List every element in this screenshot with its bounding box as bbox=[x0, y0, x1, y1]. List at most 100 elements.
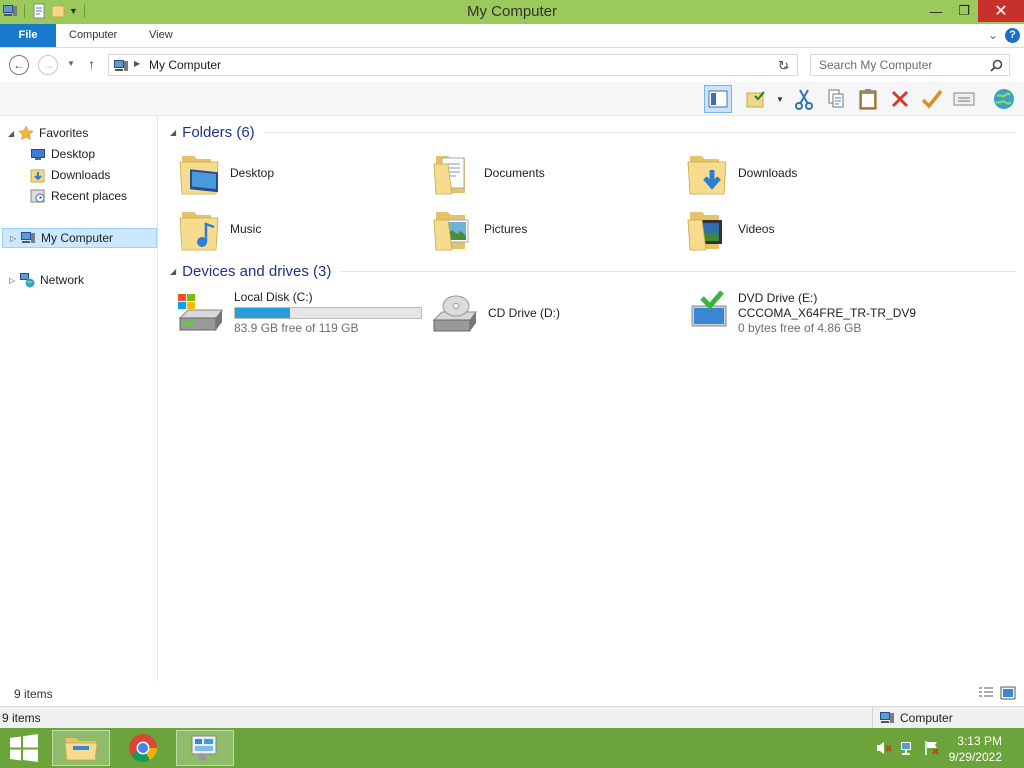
computer-icon bbox=[880, 711, 894, 723]
folder-label: Videos bbox=[738, 222, 775, 236]
system-tray bbox=[876, 740, 940, 756]
taskbar-clock[interactable]: 3:13 PM 9/29/2022 bbox=[949, 733, 1002, 765]
divider bbox=[341, 271, 1016, 272]
collapsed-arrow-icon[interactable]: ▷ bbox=[10, 234, 20, 243]
help-button[interactable]: ? bbox=[1005, 28, 1020, 43]
clipboard-icon bbox=[859, 89, 877, 110]
folder-desktop[interactable]: Desktop bbox=[178, 148, 274, 198]
nav-favorites[interactable]: ◢ Favorites bbox=[8, 123, 88, 143]
nav-my-computer[interactable]: ▷ My Computer bbox=[2, 228, 157, 248]
desktop-folder-icon bbox=[179, 156, 219, 195]
nav-favorites-label: Favorites bbox=[39, 126, 89, 140]
folder-label: Desktop bbox=[230, 166, 275, 180]
nav-item-downloads[interactable]: Downloads bbox=[30, 165, 110, 185]
videos-folder-icon bbox=[687, 212, 722, 251]
back-button[interactable]: ← bbox=[9, 55, 29, 75]
rename-button[interactable] bbox=[918, 85, 946, 113]
expand-arrow-icon[interactable]: ◢ bbox=[8, 129, 18, 138]
nav-item-recent-places[interactable]: Recent places bbox=[30, 186, 127, 206]
downloads-icon bbox=[30, 169, 45, 183]
chevron-down-icon[interactable]: ▼ bbox=[776, 95, 784, 104]
item-count: 9 items bbox=[2, 711, 41, 725]
restore-button[interactable]: ❐ bbox=[950, 0, 978, 22]
nav-item-label: Recent places bbox=[51, 189, 128, 203]
copy-button[interactable] bbox=[822, 85, 850, 113]
command-toolbar: ▼ bbox=[0, 82, 1024, 116]
details-view-icon[interactable] bbox=[978, 686, 994, 700]
paste-button[interactable] bbox=[854, 85, 882, 113]
nav-item-desktop[interactable]: Desktop bbox=[30, 144, 95, 164]
status-bar: 9 items bbox=[0, 682, 1024, 706]
folder-documents[interactable]: Documents bbox=[432, 148, 545, 198]
chevron-right-icon[interactable]: ▶ bbox=[134, 59, 140, 68]
address-path[interactable]: My Computer bbox=[149, 58, 221, 72]
collapse-arrow-icon[interactable]: ◢ bbox=[170, 267, 176, 276]
properties-button[interactable] bbox=[950, 85, 978, 113]
forward-button[interactable]: → bbox=[38, 55, 58, 75]
folder-label: Pictures bbox=[484, 222, 528, 236]
downloads-folder-icon bbox=[687, 156, 727, 195]
network-icon bbox=[20, 273, 35, 288]
taskbar-control-panel[interactable] bbox=[176, 730, 234, 766]
windows-start-icon[interactable] bbox=[8, 734, 40, 762]
scissors-icon bbox=[795, 89, 813, 110]
folder-pictures[interactable]: Pictures bbox=[432, 204, 527, 254]
minimize-button[interactable]: — bbox=[922, 0, 950, 22]
drive-usage-fill bbox=[235, 308, 290, 318]
search-input[interactable] bbox=[819, 58, 979, 72]
preview-pane-icon bbox=[708, 90, 728, 108]
ribbon-tabs: File Computer View ⌄ ? bbox=[0, 24, 1024, 48]
drive-volume-label: CCCOMA_X64FRE_TR-TR_DV9 bbox=[738, 305, 917, 320]
up-button[interactable]: ↑ bbox=[88, 56, 95, 72]
folder-downloads[interactable]: Downloads bbox=[686, 148, 797, 198]
clock-time: 3:13 PM bbox=[957, 734, 1002, 748]
window-controls: — ❐ ✕ bbox=[922, 0, 1024, 22]
file-explorer-icon bbox=[64, 738, 98, 761]
drive-local-disk-c[interactable]: Local Disk (C:) 83.9 GB free of 119 GB bbox=[176, 290, 422, 336]
collapsed-arrow-icon[interactable]: ▷ bbox=[9, 276, 19, 285]
copy-icon bbox=[828, 89, 844, 108]
close-button[interactable]: ✕ bbox=[978, 0, 1024, 22]
divider bbox=[264, 132, 1016, 133]
delete-button[interactable] bbox=[886, 85, 914, 113]
nav-network-label: Network bbox=[40, 273, 85, 287]
large-icons-view-icon[interactable] bbox=[1000, 686, 1016, 700]
speaker-muted-icon[interactable] bbox=[876, 740, 892, 756]
drive-name: DVD Drive (E:) bbox=[738, 290, 818, 305]
preview-pane-button[interactable] bbox=[704, 85, 732, 113]
taskbar: 3:13 PM 9/29/2022 bbox=[0, 728, 1024, 768]
folder-label: Documents bbox=[484, 166, 545, 180]
tab-file[interactable]: File bbox=[0, 24, 56, 47]
computer-icon bbox=[114, 60, 128, 71]
tab-computer[interactable]: Computer bbox=[69, 24, 117, 47]
folder-music[interactable]: Music bbox=[178, 204, 261, 254]
organize-button[interactable] bbox=[742, 85, 770, 113]
search-icon[interactable] bbox=[990, 59, 1003, 72]
window-title: My Computer bbox=[466, 3, 558, 20]
recent-places-icon bbox=[30, 189, 45, 203]
drive-name: CD Drive (D:) bbox=[488, 305, 560, 320]
documents-folder-icon bbox=[433, 156, 465, 195]
folder-label: Downloads bbox=[738, 166, 798, 180]
tab-view[interactable]: View bbox=[149, 24, 173, 47]
expand-ribbon-icon[interactable]: ⌄ bbox=[988, 28, 998, 42]
drive-usage-bar bbox=[234, 307, 422, 319]
refresh-icon[interactable]: ↻ bbox=[778, 58, 789, 74]
action-center-flag-icon[interactable] bbox=[924, 740, 940, 756]
cut-button[interactable] bbox=[790, 85, 818, 113]
folder-videos[interactable]: Videos bbox=[686, 204, 774, 254]
network-globe-button[interactable] bbox=[990, 85, 1018, 113]
drive-dvd-e[interactable]: DVD Drive (E:) CCCOMA_X64FRE_TR-TR_DV9 0… bbox=[688, 290, 916, 336]
drive-info: Local Disk (C:) 83.9 GB free of 119 GB bbox=[234, 290, 422, 336]
folders-group-header[interactable]: ◢ Folders (6) bbox=[170, 124, 1016, 141]
network-tray-icon[interactable] bbox=[900, 740, 916, 756]
recent-locations-icon[interactable]: ▼ bbox=[67, 59, 75, 68]
drive-cd-d[interactable]: CD Drive (D:) bbox=[430, 290, 560, 336]
taskbar-file-explorer[interactable] bbox=[52, 730, 110, 766]
nav-network[interactable]: ▷ Network bbox=[9, 270, 84, 290]
address-bar[interactable]: ▶ My Computer ⌄ bbox=[108, 54, 798, 76]
drives-group-header[interactable]: ◢ Devices and drives (3) bbox=[170, 263, 1016, 280]
taskbar-chrome[interactable] bbox=[114, 730, 172, 766]
desktop-icon bbox=[31, 149, 45, 160]
collapse-arrow-icon[interactable]: ◢ bbox=[170, 128, 176, 137]
